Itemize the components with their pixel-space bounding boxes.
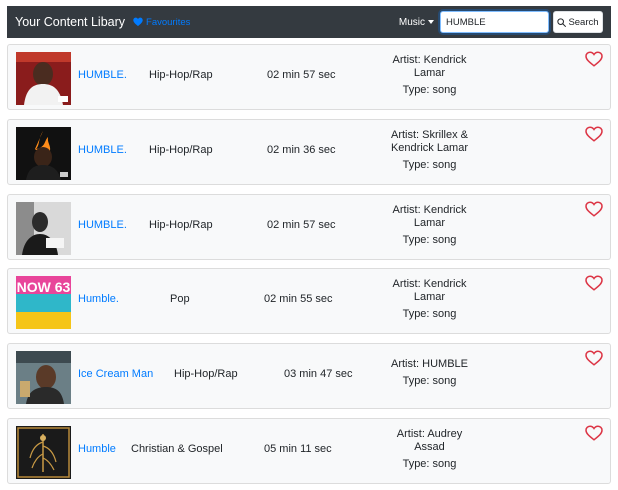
album-art[interactable] (16, 202, 71, 255)
track-genre: Pop (170, 293, 190, 305)
track-genre: Hip-Hop/Rap (149, 144, 213, 156)
artist-line-2: Lamar (413, 217, 446, 229)
heart-icon (133, 17, 143, 27)
track-meta: Artist: Kendrick Lamar Type: song (372, 278, 487, 321)
search-icon (557, 17, 567, 27)
heart-outline-icon[interactable] (585, 275, 603, 291)
heart-outline-icon[interactable] (585, 425, 603, 441)
album-art[interactable] (16, 351, 71, 404)
artist-line-1: Artist: HUMBLE (390, 358, 468, 370)
track-genre: Hip-Hop/Rap (174, 368, 238, 380)
track-meta: Artist: Audrey Assad Type: song (372, 428, 487, 471)
album-art[interactable] (16, 426, 71, 479)
track-duration: 02 min 57 sec (267, 69, 336, 81)
music-dropdown[interactable]: Music (399, 17, 434, 28)
result-card: HUMBLE. Hip-Hop/Rap 02 min 57 sec Artist… (7, 194, 611, 260)
artist-line-2: Lamar (413, 291, 446, 303)
album-art-text: NOW 63 (17, 279, 71, 295)
heart-outline-icon[interactable] (585, 51, 603, 67)
track-title[interactable]: HUMBLE. (78, 219, 127, 231)
album-art[interactable]: NOW 63 (16, 276, 71, 329)
track-meta: Artist: HUMBLE Type: song (372, 358, 487, 388)
caret-down-icon (428, 20, 434, 24)
search-input[interactable] (440, 11, 549, 33)
track-type: Type: song (402, 159, 457, 171)
track-duration: 02 min 57 sec (267, 219, 336, 231)
result-card: HUMBLE. Hip-Hop/Rap 02 min 57 sec Artist… (7, 44, 611, 110)
search-button[interactable]: Search (553, 11, 603, 33)
track-meta: Artist: Skrillex & Kendrick Lamar Type: … (372, 129, 487, 172)
result-card: Humble Christian & Gospel 05 min 11 sec … (7, 418, 611, 484)
artist-line-1: Artist: Kendrick (392, 204, 467, 216)
navbar: Your Content Libary Favourites Music Sea… (7, 6, 611, 38)
artist-line-1: Artist: Kendrick (392, 278, 467, 290)
artist-line-2: Lamar (413, 67, 446, 79)
track-genre: Hip-Hop/Rap (149, 219, 213, 231)
track-meta: Artist: Kendrick Lamar Type: song (372, 54, 487, 97)
track-genre: Christian & Gospel (131, 443, 223, 455)
track-type: Type: song (402, 375, 457, 387)
track-type: Type: song (402, 458, 457, 470)
track-title[interactable]: Ice Cream Man (78, 368, 153, 380)
artist-line-1: Artist: Skrillex & (390, 129, 468, 141)
heart-outline-icon[interactable] (585, 126, 603, 142)
track-title[interactable]: Humble (78, 443, 116, 455)
track-title[interactable]: Humble. (78, 293, 119, 305)
track-duration: 03 min 47 sec (284, 368, 353, 380)
artist-line-1: Artist: Audrey (396, 428, 463, 440)
track-type: Type: song (402, 308, 457, 320)
track-genre: Hip-Hop/Rap (149, 69, 213, 81)
search-button-label: Search (568, 16, 599, 28)
track-type: Type: song (402, 234, 457, 246)
favourites-label: Favourites (146, 16, 191, 28)
artist-line-2: Assad (414, 441, 445, 453)
brand-title[interactable]: Your Content Libary (15, 15, 125, 29)
track-duration: 02 min 55 sec (264, 293, 333, 305)
track-duration: 02 min 36 sec (267, 144, 336, 156)
result-card: NOW 63 Humble. Pop 02 min 55 sec Artist:… (7, 268, 611, 334)
result-card: HUMBLE. Hip-Hop/Rap 02 min 36 sec Artist… (7, 119, 611, 185)
album-art[interactable] (16, 127, 71, 180)
heart-outline-icon[interactable] (585, 201, 603, 217)
music-dropdown-label: Music (398, 16, 425, 28)
track-meta: Artist: Kendrick Lamar Type: song (372, 204, 487, 247)
artist-line-2: Kendrick Lamar (390, 142, 469, 154)
artist-line-1: Artist: Kendrick (392, 54, 467, 66)
track-title[interactable]: HUMBLE. (78, 69, 127, 81)
track-type: Type: song (402, 84, 457, 96)
result-card: Ice Cream Man Hip-Hop/Rap 03 min 47 sec … (7, 343, 611, 409)
track-title[interactable]: HUMBLE. (78, 144, 127, 156)
track-duration: 05 min 11 sec (264, 443, 332, 455)
album-art[interactable] (16, 52, 71, 105)
heart-outline-icon[interactable] (585, 350, 603, 366)
favourites-link[interactable]: Favourites (133, 17, 190, 28)
